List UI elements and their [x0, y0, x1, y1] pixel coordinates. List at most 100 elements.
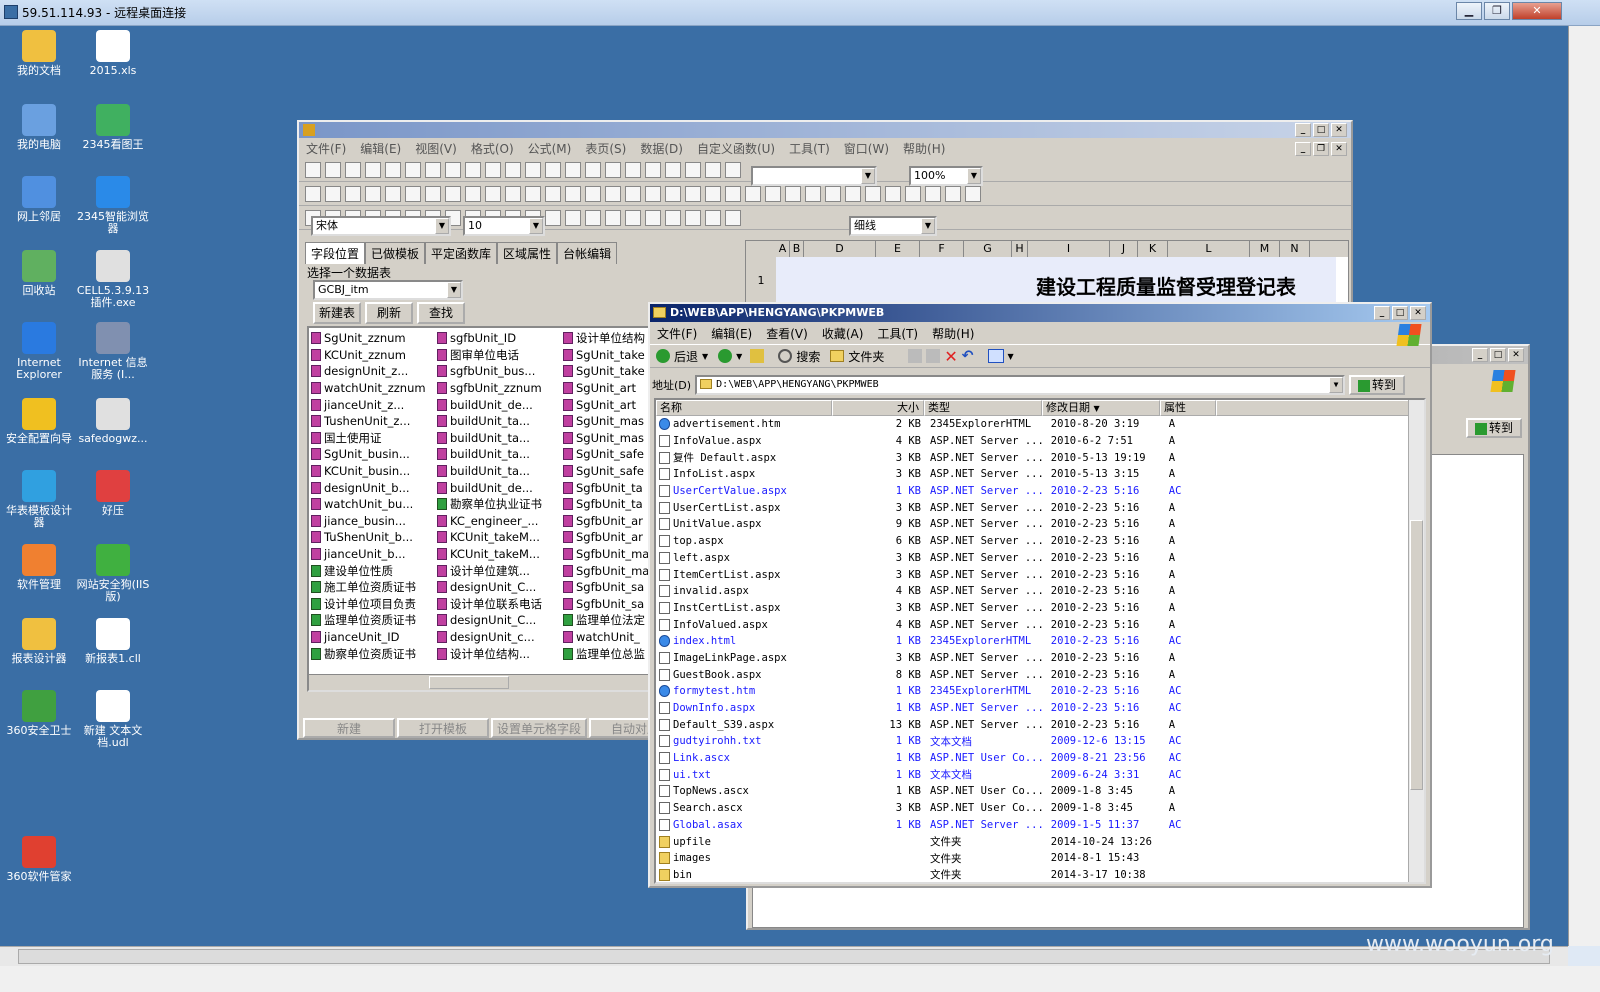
file-row[interactable]: InfoValue.aspx 4 KB ASP.NET Server ... 2010…: [656, 433, 1221, 450]
field-item[interactable]: watchUnit_zznum: [311, 380, 426, 397]
designer-bottom-button[interactable]: 新建: [303, 718, 395, 738]
bg-minimize-button[interactable]: _: [1472, 348, 1488, 362]
table-select[interactable]: GCBJ_itm ▼: [313, 280, 463, 300]
toolbar-button-icon[interactable]: [665, 161, 681, 178]
toolbar-button-icon[interactable]: [565, 185, 581, 202]
file-row[interactable]: 复件 Default.aspx 3 KB ASP.NET Server ... 201…: [656, 449, 1221, 466]
explorer-menu-item[interactable]: 查看(V): [759, 325, 815, 342]
toolbar-button-icon[interactable]: [725, 161, 741, 178]
file-row[interactable]: UserCertValue.aspx 1 KB ASP.NET Server ...…: [656, 483, 1221, 500]
explorer-menu-item[interactable]: 收藏(A): [815, 325, 871, 342]
toolbar-button-icon[interactable]: [425, 185, 441, 202]
toolbar-button-icon[interactable]: [685, 161, 701, 178]
delete-icon[interactable]: ✕: [944, 347, 957, 366]
file-row[interactable]: ItemCertList.aspx 3 KB ASP.NET Server ... 2…: [656, 566, 1221, 583]
toolbar-button-icon[interactable]: [605, 209, 621, 226]
desktop-icon[interactable]: 软件管理: [2, 544, 76, 591]
up-folder-icon[interactable]: [750, 349, 765, 363]
minimize-button[interactable]: ▁: [1456, 2, 1482, 20]
field-item[interactable]: buildUnit_ta...: [437, 446, 542, 463]
field-item[interactable]: 施工单位资质证书: [311, 579, 426, 596]
column-header[interactable]: G: [964, 241, 1012, 257]
file-row[interactable]: InfoList.aspx 3 KB ASP.NET Server ... 2010-…: [656, 466, 1221, 483]
find-button[interactable]: 查找: [417, 302, 465, 324]
field-item[interactable]: 勘察单位资质证书: [311, 645, 426, 662]
file-row[interactable]: TopNews.ascx 1 KB ASP.NET User Co... 2009-1…: [656, 783, 1221, 800]
panel-tab[interactable]: 台帐编辑: [557, 242, 618, 264]
explorer-window[interactable]: D:\WEB\APP\HENGYANG\PKPMWEB _ □ ✕ 文件(F) 编…: [648, 302, 1432, 888]
field-item[interactable]: designUnit_C...: [437, 612, 542, 629]
designer-menu-item[interactable]: 公式(M): [521, 140, 579, 157]
field-item[interactable]: SgfbUnit_ar: [563, 529, 649, 546]
field-item[interactable]: KCUnit_takeM...: [437, 546, 542, 563]
field-item[interactable]: 设计单位结构: [563, 330, 649, 347]
file-row[interactable]: DownInfo.aspx 1 KB ASP.NET Server ... 2010-…: [656, 700, 1221, 717]
field-item[interactable]: SgUnit_zznum: [311, 330, 426, 347]
file-row[interactable]: images 文件夹 2014-8-1 15:43: [656, 850, 1221, 867]
file-row[interactable]: UserCertList.aspx 3 KB ASP.NET Server ... 2…: [656, 499, 1221, 516]
sheet-area[interactable]: ABDEFGHIJKLMN 1 建设工程质量监督受理登记表: [745, 240, 1349, 305]
file-row[interactable]: bin 文件夹 2014-3-17 10:38: [656, 867, 1221, 882]
explorer-menu-item[interactable]: 帮助(H): [925, 325, 981, 342]
panel-tab[interactable]: 字段位置: [305, 242, 366, 264]
field-item[interactable]: SgfbUnit_sa: [563, 596, 649, 613]
field-item[interactable]: 图审单位电话: [437, 347, 542, 364]
toolbar-button-icon[interactable]: [845, 185, 861, 202]
search-icon[interactable]: [778, 349, 793, 363]
field-item[interactable]: buildUnit_ta...: [437, 463, 542, 480]
column-header[interactable]: J: [1110, 241, 1138, 257]
file-row[interactable]: invalid.aspx 4 KB ASP.NET Server ... 2010-2…: [656, 583, 1221, 600]
file-row[interactable]: top.aspx 6 KB ASP.NET Server ... 2010-2-23 …: [656, 533, 1221, 550]
field-item[interactable]: SgUnit_art: [563, 380, 649, 397]
bg-go-button[interactable]: 转到: [1466, 418, 1522, 438]
toolbar-button-icon[interactable]: [405, 161, 421, 178]
field-item[interactable]: buildUnit_de...: [437, 396, 542, 413]
zoom-select[interactable]: 100% ▼: [909, 166, 983, 186]
search-button[interactable]: 搜索: [796, 348, 820, 365]
copy-to-icon[interactable]: [926, 349, 941, 363]
toolbar-button-icon[interactable]: [885, 185, 901, 202]
column-header[interactable]: F: [920, 241, 964, 257]
column-header[interactable]: B: [790, 241, 804, 257]
toolbar-button-icon[interactable]: [405, 185, 421, 202]
bg-maximize-button[interactable]: □: [1490, 348, 1506, 362]
field-item[interactable]: SgUnit_safe: [563, 463, 649, 480]
explorer-menu-item[interactable]: 文件(F): [650, 325, 704, 342]
back-dropdown-icon[interactable]: ▼: [702, 352, 708, 361]
address-input[interactable]: D:\WEB\APP\HENGYANG\PKPMWEB ▼: [695, 375, 1346, 395]
toolbar-button-icon[interactable]: [525, 185, 541, 202]
toolbar-button-icon[interactable]: [585, 185, 601, 202]
file-row[interactable]: ImageLinkPage.aspx 3 KB ASP.NET Server ...…: [656, 650, 1221, 667]
panel-tab[interactable]: 平定函数库: [425, 242, 498, 264]
designer-menu-item[interactable]: 文件(F): [299, 140, 353, 157]
file-row[interactable]: InfoValued.aspx 4 KB ASP.NET Server ... 201…: [656, 616, 1221, 633]
desktop-icon[interactable]: 我的电脑: [2, 104, 76, 151]
field-list-hscroll[interactable]: [309, 674, 653, 690]
toolbar-button-icon[interactable]: [345, 161, 361, 178]
new-table-button[interactable]: 新建表: [313, 302, 361, 324]
toolbar-button-icon[interactable]: [725, 209, 741, 226]
field-item[interactable]: SgfbUnit_ma: [563, 562, 649, 579]
file-list[interactable]: 名称 大小 类型 修改日期 ▼ 属性 advertisement.htm 2 KB…: [654, 398, 1426, 884]
file-row[interactable]: formytest.htm 1 KB 2345ExplorerHTML 2010-2-…: [656, 683, 1221, 700]
file-row[interactable]: left.aspx 3 KB ASP.NET Server ... 2010-2-23…: [656, 550, 1221, 567]
field-item[interactable]: jiance_busin...: [311, 513, 426, 530]
designer-bottom-button[interactable]: 打开模板: [397, 718, 489, 738]
desktop-icon[interactable]: Internet 信息服务 (I...: [76, 322, 150, 381]
panel-tab[interactable]: 已做模板: [365, 242, 426, 264]
desktop-icon[interactable]: 网上邻居: [2, 176, 76, 223]
field-item[interactable]: SgUnit_mas: [563, 413, 649, 430]
desktop-icon[interactable]: 360安全卫士: [2, 690, 76, 737]
desktop-icon[interactable]: 报表设计器: [2, 618, 76, 665]
toolbar-button-icon[interactable]: [385, 185, 401, 202]
toolbar-button-icon[interactable]: [705, 185, 721, 202]
field-item[interactable]: 设计单位联系电话: [437, 596, 542, 613]
field-item[interactable]: 建设单位性质: [311, 562, 426, 579]
file-list-vscroll-thumb[interactable]: [1410, 520, 1423, 790]
file-row[interactable]: upfile 文件夹 2014-10-24 13:26: [656, 833, 1221, 850]
toolbar-button-icon[interactable]: [485, 161, 501, 178]
designer-menu-item[interactable]: 窗口(W): [837, 140, 896, 157]
column-header[interactable]: K: [1138, 241, 1168, 257]
toolbar-button-icon[interactable]: [525, 161, 541, 178]
field-item[interactable]: watchUnit_: [563, 629, 649, 646]
